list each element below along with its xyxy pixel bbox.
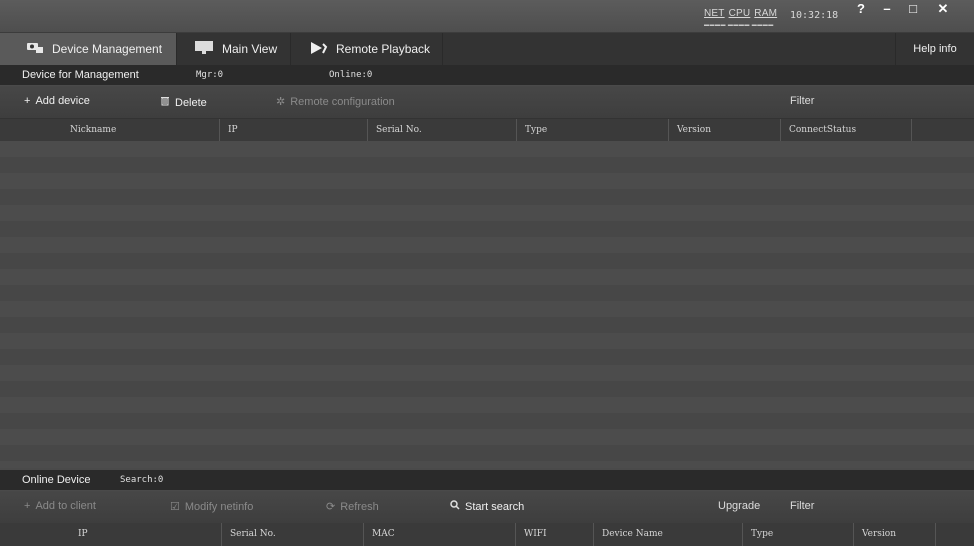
col-wifi[interactable]: WIFI: [515, 523, 594, 546]
main-tab-bar: Device Management Main View Remote Playb…: [0, 33, 974, 65]
col-type[interactable]: Type: [742, 523, 854, 546]
online-count: Online:0: [329, 70, 373, 80]
tab-remote-playback[interactable]: Remote Playback: [292, 33, 443, 65]
online-toolbar: + Add to client ☑ Modify netinfo ⟳ Refresh …: [0, 491, 974, 524]
search-icon: [450, 500, 460, 513]
close-button[interactable]: ✕: [930, 0, 956, 20]
managed-section-header: Device for Management Mgr:0 Online:0: [0, 65, 974, 85]
edit-icon: ☑: [170, 501, 180, 513]
help-info-button[interactable]: Help info: [895, 33, 974, 65]
tab-main-view[interactable]: Main View: [178, 33, 291, 65]
refresh-icon: ⟳: [326, 501, 336, 513]
add-device-button[interactable]: + Add device: [24, 95, 90, 107]
tab-device-management[interactable]: Device Management: [0, 33, 177, 65]
online-section-header: Online Device Search:0: [0, 470, 974, 490]
playback-icon: [310, 41, 328, 58]
managed-device-list[interactable]: [0, 141, 974, 468]
monitor-icon: [194, 40, 214, 58]
col-connect-status[interactable]: ConnectStatus: [780, 119, 912, 141]
remote-configuration-button[interactable]: ✲ Remote configuration: [276, 95, 395, 108]
clock: 10:32:18: [790, 10, 839, 21]
cpu-label: CPU: [728, 8, 751, 19]
modify-netinfo-button[interactable]: ☑ Modify netinfo: [170, 500, 253, 513]
col-serial[interactable]: Serial No.: [367, 119, 517, 141]
net-label: NET: [704, 8, 725, 19]
col-type[interactable]: Type: [516, 119, 669, 141]
add-to-client-button[interactable]: + Add to client: [24, 500, 96, 512]
col-device-name[interactable]: Device Name: [593, 523, 743, 546]
section-title: Device for Management: [22, 69, 139, 81]
ram-label: RAM: [754, 8, 778, 19]
col-ip[interactable]: IP: [70, 523, 222, 546]
plus-icon: +: [24, 500, 31, 512]
col-version[interactable]: Version: [853, 523, 936, 546]
help-button[interactable]: ?: [848, 0, 874, 20]
col-spacer: [935, 523, 974, 546]
col-mac[interactable]: MAC: [363, 523, 516, 546]
filter-button[interactable]: Filter: [790, 500, 814, 512]
trash-icon: [160, 95, 170, 109]
delete-button[interactable]: Delete: [160, 95, 207, 109]
col-spacer: [911, 119, 974, 141]
section-title: Online Device: [22, 474, 91, 486]
title-bar: NET CPU RAM ▬▬▬▬ ▬▬▬▬ ▬▬▬▬ 10:32:18 ? – …: [0, 0, 974, 33]
col-version[interactable]: Version: [668, 119, 781, 141]
plus-icon: +: [24, 95, 31, 107]
refresh-button[interactable]: ⟳ Refresh: [326, 500, 379, 513]
managed-toolbar: + Add device Delete ✲ Remote configuration…: [0, 86, 974, 119]
start-search-button[interactable]: Start search: [450, 500, 524, 513]
managed-table-header: Nickname IP Serial No. Type Version Conn…: [0, 119, 974, 142]
search-count: Search:0: [120, 475, 164, 485]
maximize-button[interactable]: □: [900, 0, 926, 20]
tab-label: Main View: [222, 42, 278, 56]
mgr-count: Mgr:0: [196, 70, 224, 80]
col-serial[interactable]: Serial No.: [221, 523, 364, 546]
online-table-header: IP Serial No. MAC WIFI Device Name Type …: [0, 523, 974, 546]
gear-icon: ✲: [276, 96, 286, 108]
upgrade-button[interactable]: Upgrade: [718, 500, 760, 512]
col-ip[interactable]: IP: [219, 119, 370, 141]
system-monitor: NET CPU RAM: [704, 8, 778, 19]
device-management-icon: [26, 41, 44, 58]
usage-bars-icon: ▬▬▬▬ ▬▬▬▬ ▬▬▬▬: [704, 22, 774, 28]
tab-label: Remote Playback: [336, 42, 431, 56]
filter-button[interactable]: Filter: [790, 95, 814, 107]
col-nickname[interactable]: Nickname: [62, 119, 220, 141]
tab-label: Device Management: [52, 42, 163, 56]
minimize-button[interactable]: –: [874, 0, 900, 20]
